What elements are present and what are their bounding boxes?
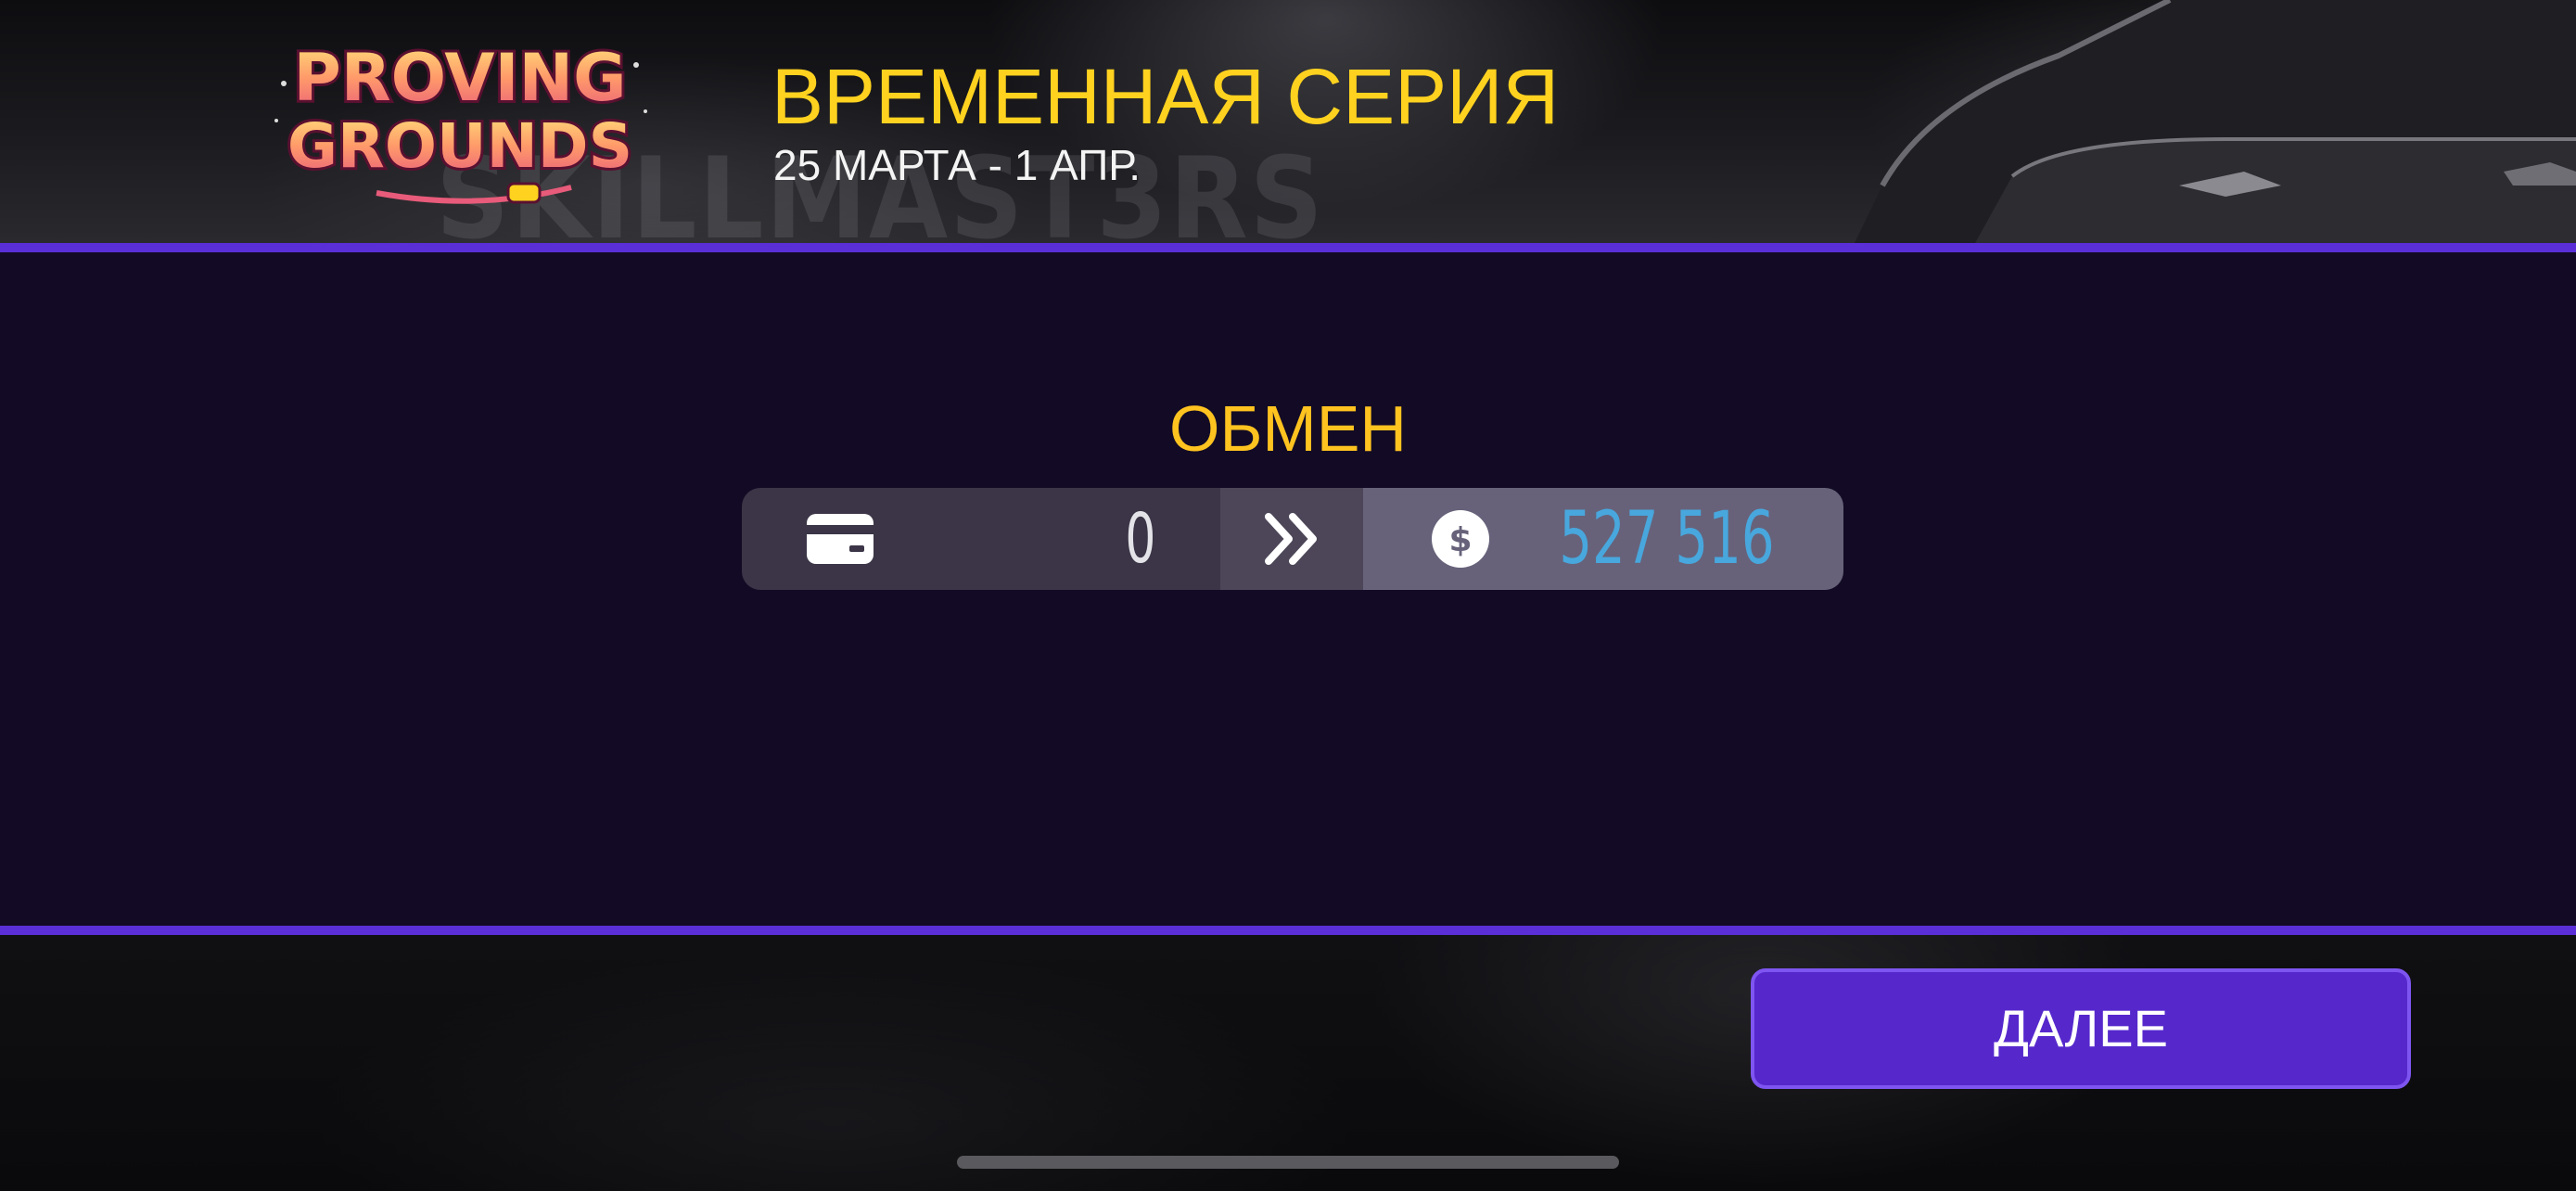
car-silhouette-image	[1855, 0, 2576, 243]
double-chevron-right-icon	[1265, 513, 1317, 565]
svg-text:GROUNDS: GROUNDS	[287, 110, 632, 182]
home-indicator[interactable]	[957, 1156, 1619, 1169]
dollar-coin-icon: $	[1432, 510, 1489, 568]
exchange-title: ОБМЕН	[1169, 392, 1407, 465]
exchange-from-value: 0	[1124, 499, 1155, 579]
exchange-to-value: 527 516	[1559, 497, 1775, 581]
event-title: ВРЕМЕННАЯ СЕРИЯ	[772, 53, 1560, 140]
exchange-panel: ОБМЕН 0 $ 527 516	[0, 243, 2576, 935]
exchange-to-segment: $ 527 516	[1363, 488, 1843, 590]
exchange-arrow-segment	[1220, 488, 1363, 590]
exchange-bar: 0 $ 527 516	[742, 488, 1843, 590]
event-banner: SKILLMAST3RS PROVING GROUNDS ВРЕМЕННАЯ С…	[0, 0, 2576, 243]
proving-grounds-logo: PROVING GROUNDS	[274, 37, 647, 204]
svg-text:$: $	[1448, 521, 1472, 559]
game-screen: SKILLMAST3RS PROVING GROUNDS ВРЕМЕННАЯ С…	[0, 0, 2576, 1191]
svg-text:PROVING: PROVING	[293, 40, 626, 116]
next-button[interactable]: ДАЛЕЕ	[1751, 968, 2411, 1089]
event-dates: 25 МАРТА - 1 АПР.	[773, 141, 1141, 189]
exchange-from-segment: 0	[742, 488, 1220, 590]
card-icon	[807, 514, 874, 564]
